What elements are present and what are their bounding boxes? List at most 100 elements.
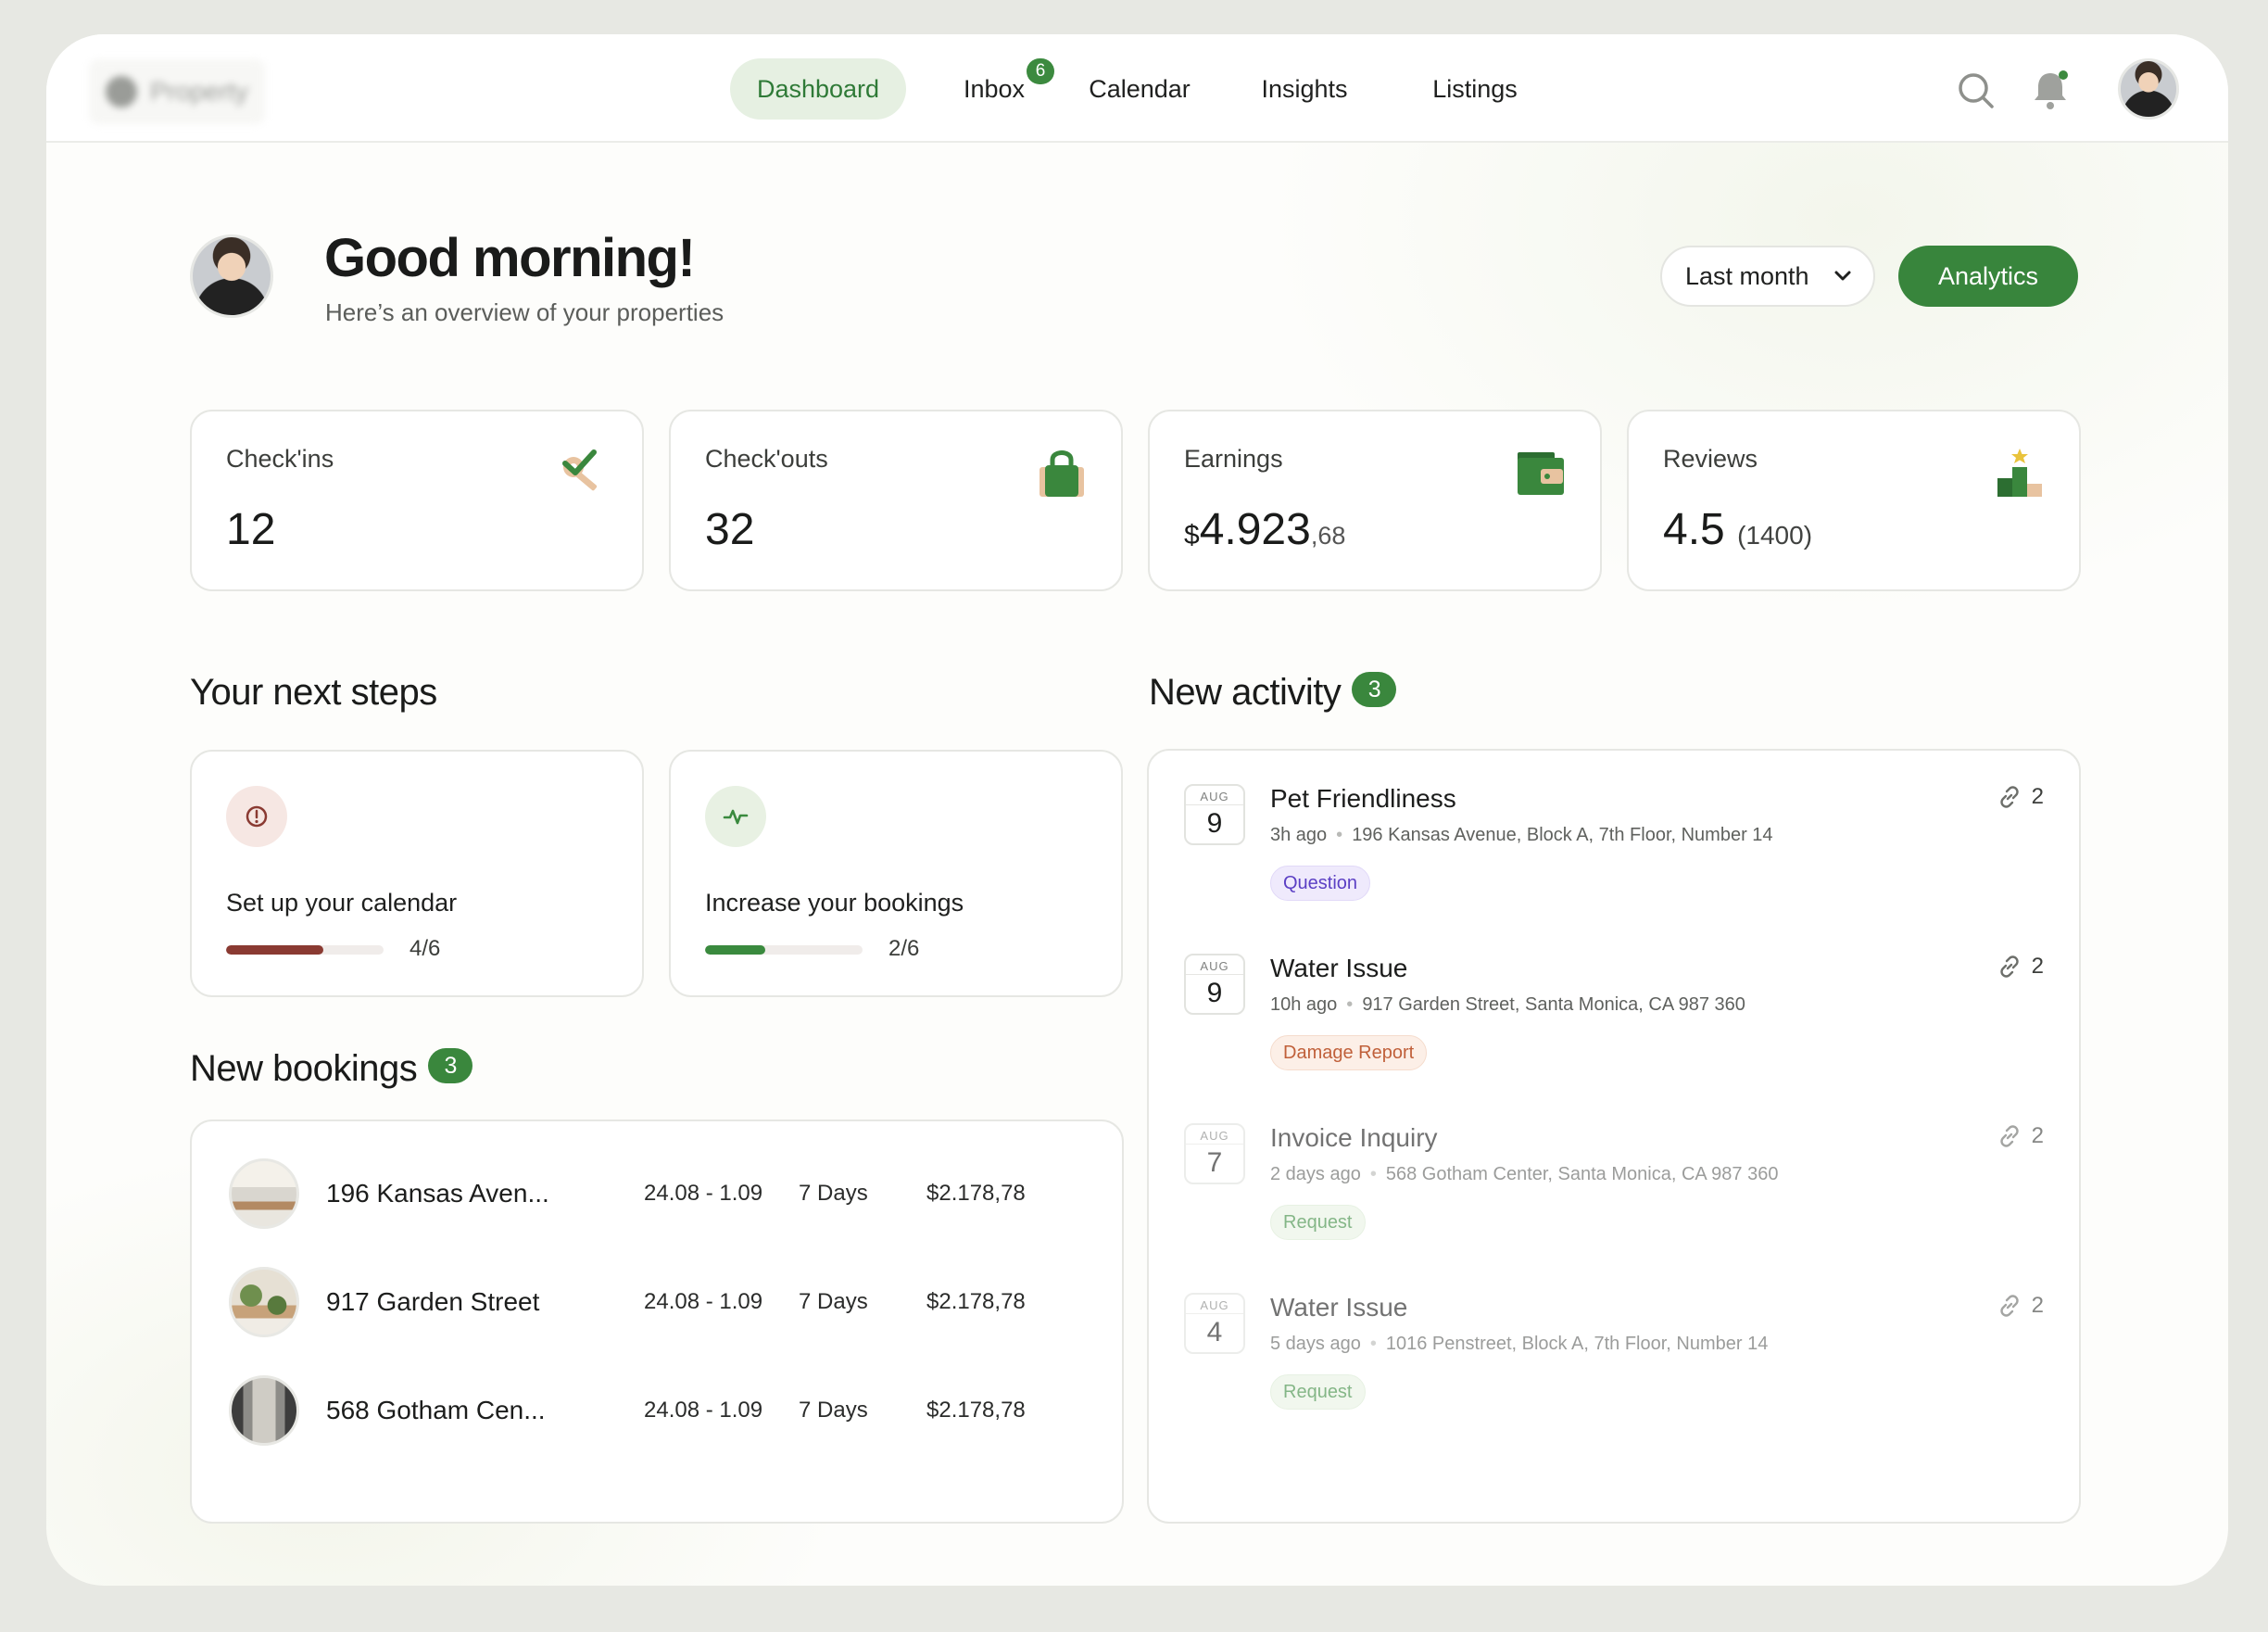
wallet-icon xyxy=(1518,452,1564,495)
activity-month: AUG xyxy=(1200,959,1229,973)
bag-icon xyxy=(1040,450,1084,497)
booking-days: 7 Days xyxy=(799,1398,868,1423)
property-thumbnail xyxy=(229,1375,299,1446)
stat-label: Earnings xyxy=(1184,445,1283,473)
reviews-rating: 4.5 xyxy=(1663,505,1725,554)
bookings-list: 196 Kansas Aven... 24.08 - 1.09 7 Days $… xyxy=(190,1120,1124,1524)
link-icon xyxy=(1999,786,2019,808)
search-icon[interactable] xyxy=(1955,70,1997,112)
stat-card-checkouts[interactable]: Check'outs 32 xyxy=(669,410,1123,591)
link-count[interactable]: 2 xyxy=(1997,1293,2044,1319)
activity-meta: 10h ago • 917 Garden Street, Santa Monica,… xyxy=(1270,994,1745,1016)
stat-value: 12 xyxy=(226,505,276,554)
stat-label: Check'ins xyxy=(226,445,334,473)
activity-time: 10h ago xyxy=(1270,994,1338,1015)
nav-inbox[interactable]: Inbox 6 xyxy=(954,58,1054,120)
activity-day: 4 xyxy=(1206,1317,1223,1347)
booking-row[interactable]: 196 Kansas Aven... 24.08 - 1.09 7 Days $… xyxy=(192,1157,1122,1231)
stat-value: 32 xyxy=(705,505,755,554)
activity-date: AUG 4 xyxy=(1184,1293,1245,1354)
activity-tag: Question xyxy=(1270,866,1371,901)
step-card-calendar[interactable]: Set up your calendar 4/6 xyxy=(190,750,644,997)
stat-card-reviews[interactable]: Reviews 4.5 (1400) xyxy=(1627,410,2081,591)
booking-price: $2.178,78 xyxy=(926,1289,1026,1314)
stat-label: Check'outs xyxy=(705,445,828,473)
activity-day: 9 xyxy=(1206,978,1223,1008)
booking-name: 917 Garden Street xyxy=(326,1287,540,1316)
link-count[interactable]: 2 xyxy=(1997,954,2044,980)
activity-title: Invoice Inquiry xyxy=(1270,1123,1438,1152)
property-thumbnail xyxy=(229,1267,299,1337)
period-dropdown[interactable]: Last month xyxy=(1660,246,1875,307)
step-progress-bar xyxy=(705,945,863,955)
activity-address: 1016 Penstreet, Block A, 7th Floor, Numb… xyxy=(1385,1334,1769,1354)
step-card-bookings[interactable]: Increase your bookings 2/6 xyxy=(669,750,1123,997)
activity-title: Pet Friendliness xyxy=(1270,784,1456,813)
step-progress-bar xyxy=(226,945,384,955)
top-navigation: Property Dashboard Inbox 6 Calendar Insi… xyxy=(46,34,2228,143)
link-count-value: 2 xyxy=(2031,1123,2044,1148)
period-dropdown-value: Last month xyxy=(1685,261,1809,290)
chevron-down-icon xyxy=(1834,271,1851,281)
step-progress-text: 2/6 xyxy=(888,936,920,961)
nav-insights[interactable]: Insights xyxy=(1256,58,1353,120)
link-count[interactable]: 2 xyxy=(1997,784,2044,810)
booking-days: 7 Days xyxy=(799,1289,868,1314)
step-title: Set up your calendar xyxy=(226,889,458,917)
booking-row[interactable]: 917 Garden Street 24.08 - 1.09 7 Days $2… xyxy=(192,1265,1122,1339)
activity-item[interactable]: AUG 4 Water Issue 5 days ago • 1016 Penstr… xyxy=(1149,1259,2079,1410)
nav-listings[interactable]: Listings xyxy=(1427,58,1523,120)
bell-icon[interactable] xyxy=(2029,68,2072,112)
stat-label: Reviews xyxy=(1663,445,1758,473)
step-progress-fill xyxy=(705,945,765,955)
analytics-button[interactable]: Analytics xyxy=(1898,246,2078,307)
inbox-count-badge: 6 xyxy=(1027,58,1054,84)
booking-dates: 24.08 - 1.09 xyxy=(644,1289,763,1314)
activity-meta: 5 days ago • 1016 Penstreet, Block A, 7th … xyxy=(1270,1334,1768,1355)
stat-card-earnings[interactable]: Earnings $4.923,68 xyxy=(1148,410,1602,591)
app-window: Property Dashboard Inbox 6 Calendar Insi… xyxy=(46,34,2228,1586)
stat-value: 4.5 (1400) xyxy=(1663,504,1812,555)
booking-dates: 24.08 - 1.09 xyxy=(644,1181,763,1206)
link-icon xyxy=(1999,1125,2019,1147)
booking-name: 568 Gotham Cen... xyxy=(326,1396,546,1424)
booking-dates: 24.08 - 1.09 xyxy=(644,1398,763,1423)
activity-address: 917 Garden Street, Santa Monica, CA 987 … xyxy=(1362,994,1745,1015)
bookings-count-badge: 3 xyxy=(428,1048,473,1084)
pulse-icon xyxy=(705,786,766,847)
page-subtitle: Here’s an overview of your properties xyxy=(325,298,724,326)
activity-item[interactable]: AUG 9 Water Issue 10h ago • 917 Garden Str… xyxy=(1149,920,2079,1070)
booking-row[interactable]: 568 Gotham Cen... 24.08 - 1.09 7 Days $2… xyxy=(192,1373,1122,1448)
booking-price: $2.178,78 xyxy=(926,1398,1026,1423)
greeting-avatar xyxy=(190,234,273,318)
booking-days: 7 Days xyxy=(799,1181,868,1206)
activity-item[interactable]: AUG 9 Pet Friendliness 3h ago • 196 Kansas… xyxy=(1149,751,2079,901)
activity-date: AUG 9 xyxy=(1184,954,1245,1015)
step-progress-fill xyxy=(226,945,324,955)
activity-meta: 3h ago • 196 Kansas Avenue, Block A, 7th F… xyxy=(1270,825,1773,846)
activity-title: Water Issue xyxy=(1270,1293,1408,1322)
page-title: Good morning! xyxy=(324,228,696,288)
activity-item[interactable]: AUG 7 Invoice Inquiry 2 days ago • 568 Got… xyxy=(1149,1090,2079,1240)
reviews-count: (1400) xyxy=(1737,521,1813,550)
activity-count-badge: 3 xyxy=(1352,672,1397,708)
link-icon xyxy=(1999,955,2019,978)
new-activity-label: New activity xyxy=(1149,672,1342,713)
nav-dashboard[interactable]: Dashboard xyxy=(730,58,906,120)
activity-time: 3h ago xyxy=(1270,825,1328,845)
nav-inbox-label: Inbox xyxy=(963,75,1026,103)
earnings-amount: 4.923 xyxy=(1199,505,1311,554)
activity-date: AUG 7 xyxy=(1184,1123,1245,1184)
link-count-value: 2 xyxy=(2031,954,2044,979)
booking-price: $2.178,78 xyxy=(926,1181,1026,1206)
activity-date: AUG 9 xyxy=(1184,784,1245,845)
activity-meta: 2 days ago • 568 Gotham Center, Santa Moni… xyxy=(1270,1164,1778,1185)
link-count[interactable]: 2 xyxy=(1997,1123,2044,1149)
new-activity-title: New activity 3 xyxy=(1149,672,1397,714)
stat-value: $4.923,68 xyxy=(1184,504,1345,555)
meta-separator: • xyxy=(1369,1164,1377,1184)
user-avatar[interactable] xyxy=(2118,58,2179,120)
booking-name: 196 Kansas Aven... xyxy=(326,1179,549,1208)
nav-calendar[interactable]: Calendar xyxy=(1086,58,1193,120)
stat-card-checkins[interactable]: Check'ins 12 xyxy=(190,410,644,591)
